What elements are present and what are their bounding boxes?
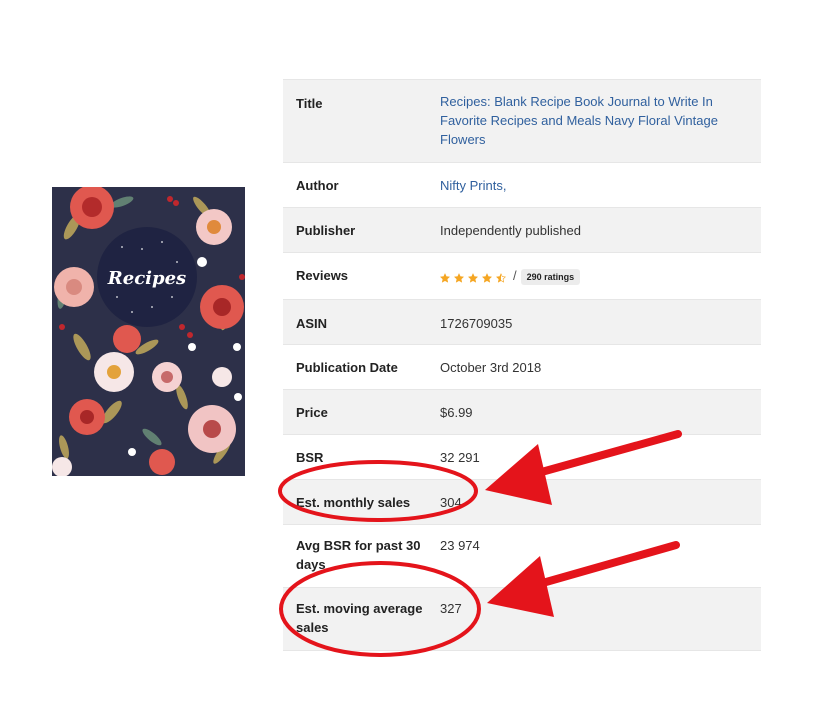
detail-row-avg-bsr-for-past-30-days: Avg BSR for past 30 days 23 974 bbox=[283, 525, 761, 588]
detail-label: Price bbox=[296, 405, 328, 420]
product-details-table: Title Recipes: Blank Recipe Book Journal … bbox=[283, 79, 761, 651]
star-half-icon bbox=[496, 272, 506, 283]
rating-separator: / bbox=[513, 268, 517, 283]
book-cover-image: Recipes bbox=[52, 187, 245, 476]
detail-value-price: $6.99 bbox=[440, 405, 473, 420]
reviews-value[interactable]: /290 ratings bbox=[440, 266, 740, 286]
star-full-icon bbox=[468, 272, 478, 283]
detail-label: Avg BSR for past 30 days bbox=[296, 538, 421, 572]
detail-value-title[interactable]: Recipes: Blank Recipe Book Journal to Wr… bbox=[440, 92, 740, 149]
detail-value-avg-bsr-for-past-30-days: 23 974 bbox=[440, 538, 480, 553]
detail-label: Reviews bbox=[296, 268, 349, 283]
ratings-count-badge[interactable]: 290 ratings bbox=[520, 268, 581, 285]
detail-row-asin: ASIN 1726709035 bbox=[283, 300, 761, 345]
detail-row-title: Title Recipes: Blank Recipe Book Journal … bbox=[283, 80, 761, 163]
detail-value-author[interactable]: Nifty Prints, bbox=[440, 176, 740, 195]
detail-row-publisher: Publisher Independently published bbox=[283, 208, 761, 253]
detail-row-est-monthly-sales: Est. monthly sales 304 bbox=[283, 480, 761, 525]
detail-label: Est. moving average sales bbox=[296, 601, 423, 635]
detail-value-publication-date: October 3rd 2018 bbox=[440, 360, 542, 375]
detail-value-bsr: 32 291 bbox=[440, 450, 480, 465]
detail-label: Title bbox=[296, 96, 323, 111]
detail-label: ASIN bbox=[296, 316, 328, 331]
star-full-icon bbox=[482, 272, 492, 283]
detail-row-est-moving-average-sales: Est. moving average sales 327 bbox=[283, 588, 761, 651]
detail-label: BSR bbox=[296, 450, 324, 465]
detail-row-bsr: BSR 32 291 bbox=[283, 435, 761, 480]
detail-value-est-moving-average-sales: 327 bbox=[440, 601, 462, 616]
rating-stars bbox=[440, 267, 510, 286]
detail-label: Publisher bbox=[296, 223, 356, 238]
detail-label: Est. monthly sales bbox=[296, 495, 411, 510]
detail-row-price: Price $6.99 bbox=[283, 390, 761, 435]
star-full-icon bbox=[440, 272, 450, 283]
star-full-icon bbox=[454, 272, 464, 283]
detail-row-publication-date: Publication Date October 3rd 2018 bbox=[283, 345, 761, 390]
detail-value-est-monthly-sales: 304 bbox=[440, 495, 462, 510]
detail-value-publisher: Independently published bbox=[440, 223, 581, 238]
detail-row-author: Author Nifty Prints, bbox=[283, 163, 761, 208]
detail-label: Author bbox=[296, 178, 339, 193]
detail-value-asin: 1726709035 bbox=[440, 316, 513, 331]
detail-label: Publication Date bbox=[296, 360, 398, 375]
detail-row-reviews: Reviews/290 ratings bbox=[283, 253, 761, 300]
cover-title: Recipes bbox=[107, 268, 186, 289]
